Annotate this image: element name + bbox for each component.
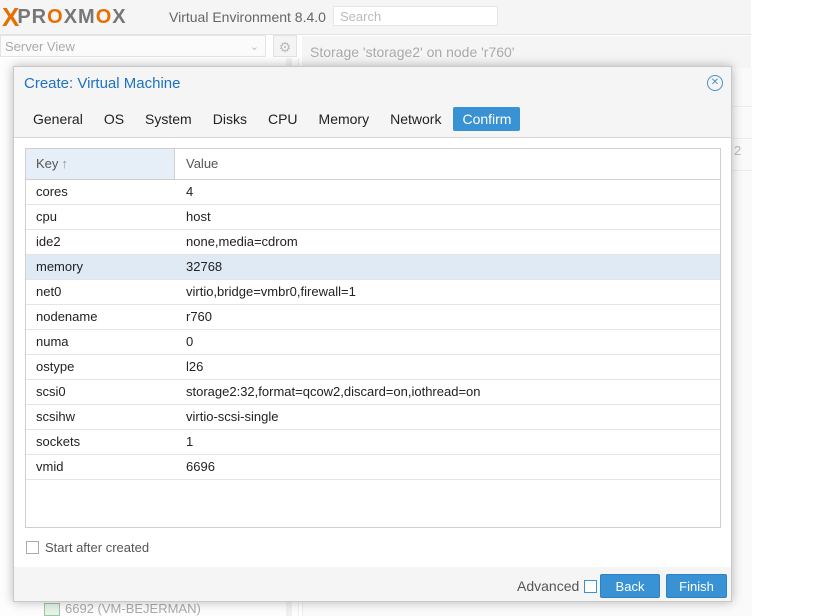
confirm-panel: Key ↑ Value cores 4 cpu host ide2 none,media… bbox=[14, 137, 731, 569]
tab-cpu[interactable]: CPU bbox=[259, 107, 307, 131]
tab-network[interactable]: Network bbox=[381, 107, 450, 131]
server-view-label: Server View bbox=[5, 39, 75, 54]
row-value: r760 bbox=[186, 309, 213, 324]
row-key: nodename bbox=[36, 309, 98, 324]
row-value: host bbox=[186, 209, 211, 224]
tab-system[interactable]: System bbox=[136, 107, 201, 131]
wizard-tabs: General OS System Disks CPU Memory Netwo… bbox=[24, 107, 523, 131]
table-row[interactable]: scsihw virtio-scsi-single bbox=[26, 405, 720, 430]
proxmox-x-icon: X bbox=[2, 1, 19, 32]
row-value: l26 bbox=[186, 359, 204, 374]
table-row[interactable]: cores 4 bbox=[26, 180, 720, 205]
proxmox-logo: X PROXMOX bbox=[2, 1, 127, 32]
row-key: memory bbox=[36, 259, 83, 274]
dialog-footer: Advanced Back Finish bbox=[14, 567, 731, 601]
finish-button[interactable]: Finish bbox=[666, 574, 727, 598]
grid-header: Key ↑ Value bbox=[26, 149, 720, 180]
advanced-option[interactable]: Advanced bbox=[517, 578, 598, 594]
row-value: 4 bbox=[186, 184, 194, 199]
table-row[interactable]: ide2 none,media=cdrom bbox=[26, 230, 720, 255]
row-key: cpu bbox=[36, 209, 57, 224]
row-value: 0 bbox=[186, 334, 194, 349]
row-value: virtio-scsi-single bbox=[186, 409, 279, 424]
row-key: numa bbox=[36, 334, 69, 349]
row-key: vmid bbox=[36, 459, 64, 474]
dialog-title: Create: Virtual Machine bbox=[24, 75, 181, 92]
start-after-created-option[interactable]: Start after created bbox=[26, 540, 149, 555]
row-value: storage2:32,format=qcow2,discard=on,ioth… bbox=[186, 384, 481, 399]
app-header: X PROXMOX Virtual Environment 8.4.0 Searc… bbox=[0, 0, 751, 35]
key-column-header[interactable]: Key ↑ bbox=[26, 149, 175, 179]
table-row[interactable]: numa 0 bbox=[26, 330, 720, 355]
row-key: cores bbox=[36, 184, 68, 199]
row-key: scsi0 bbox=[36, 384, 66, 399]
chevron-down-icon: ⌄ bbox=[249, 41, 259, 53]
server-view-select[interactable]: Server View ⌄ bbox=[0, 35, 266, 57]
table-row[interactable]: vmid 6696 bbox=[26, 455, 720, 480]
tab-disks[interactable]: Disks bbox=[204, 107, 256, 131]
sort-ascending-icon: ↑ bbox=[61, 156, 68, 171]
key-header-label: Key bbox=[36, 156, 59, 171]
gear-icon[interactable]: ⚙ bbox=[273, 35, 297, 57]
table-row[interactable]: nodename r760 bbox=[26, 305, 720, 330]
grid-body: cores 4 cpu host ide2 none,media=cdrom memo… bbox=[26, 180, 720, 480]
value-column-header[interactable]: Value bbox=[176, 149, 720, 179]
row-key: sockets bbox=[36, 434, 81, 449]
table-row[interactable]: sockets 1 bbox=[26, 430, 720, 455]
storage-header: Storage 'storage2' on node 'r760' bbox=[302, 36, 751, 68]
advanced-label: Advanced bbox=[517, 578, 580, 594]
row-key: net0 bbox=[36, 284, 62, 299]
tab-confirm[interactable]: Confirm bbox=[453, 107, 521, 131]
tab-os[interactable]: OS bbox=[95, 107, 133, 131]
row-key: ide2 bbox=[36, 234, 61, 249]
search-input[interactable]: Search bbox=[333, 6, 498, 26]
tree-item-vm[interactable]: 6692 (VM-BEJERMAN) bbox=[44, 601, 201, 616]
vm-icon bbox=[44, 603, 60, 616]
row-value: virtio,bridge=vmbr0,firewall=1 bbox=[186, 284, 356, 299]
table-row[interactable]: net0 virtio,bridge=vmbr0,firewall=1 bbox=[26, 280, 720, 305]
create-vm-dialog: Create: Virtual Machine ✕ General OS Sys… bbox=[13, 66, 732, 602]
row-key: ostype bbox=[36, 359, 75, 374]
start-after-checkbox[interactable] bbox=[26, 541, 39, 554]
advanced-checkbox[interactable] bbox=[584, 579, 598, 593]
version-label: Virtual Environment 8.4.0 bbox=[169, 9, 326, 25]
row-value: 1 bbox=[186, 434, 194, 449]
table-row[interactable]: cpu host bbox=[26, 205, 720, 230]
tab-general[interactable]: General bbox=[24, 107, 92, 131]
row-value: none,media=cdrom bbox=[186, 234, 298, 249]
table-row[interactable]: ostype l26 bbox=[26, 355, 720, 380]
table-row-selected[interactable]: memory 32768 bbox=[26, 255, 720, 280]
close-icon[interactable]: ✕ bbox=[707, 75, 723, 91]
row-key: scsihw bbox=[36, 409, 76, 424]
partial-text: 2 bbox=[734, 143, 742, 158]
back-button[interactable]: Back bbox=[600, 574, 660, 598]
row-value: 6696 bbox=[186, 459, 215, 474]
start-after-label: Start after created bbox=[45, 540, 150, 555]
tree-item-label: 6692 (VM-BEJERMAN) bbox=[65, 601, 201, 616]
table-row[interactable]: scsi0 storage2:32,format=qcow2,discard=on… bbox=[26, 380, 720, 405]
summary-grid: Key ↑ Value cores 4 cpu host ide2 none,media… bbox=[25, 148, 721, 528]
tab-memory[interactable]: Memory bbox=[310, 107, 379, 131]
row-value: 32768 bbox=[186, 259, 223, 274]
